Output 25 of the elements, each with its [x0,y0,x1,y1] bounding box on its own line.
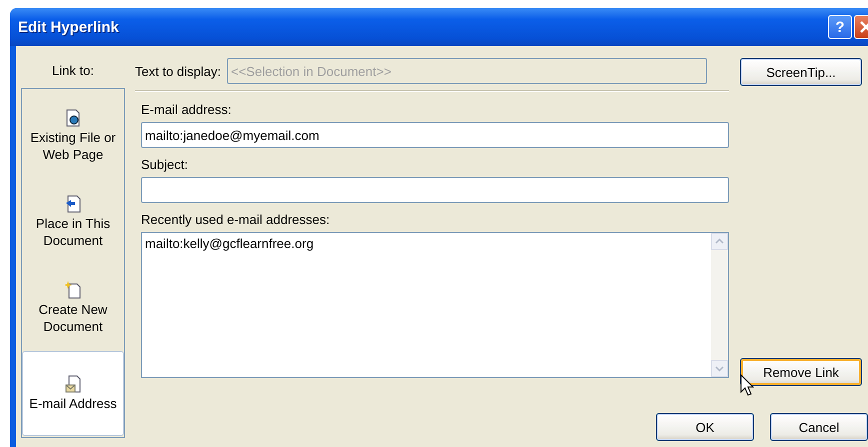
screentip-button[interactable]: ScreenTip... [740,58,862,86]
recent-address-item[interactable]: mailto:kelly@gcflearnfree.org [145,236,314,252]
scrollbar[interactable] [711,233,728,377]
link-type-item[interactable]: E-mail Address [22,351,124,436]
email-address-label: E-mail address: [141,102,232,118]
cancel-button[interactable]: Cancel [770,413,868,441]
link-type-item[interactable]: Existing File or Web Page [22,93,124,179]
link-to-label: Link to: [52,62,94,80]
recent-addresses-list[interactable]: mailto:kelly@gcflearnfree.org [141,232,729,378]
document-envelope-icon [65,375,81,393]
mouse-cursor-icon [740,374,754,396]
text-to-display-label: Text to display: [135,64,221,78]
scroll-down-icon[interactable] [711,360,728,377]
email-address-field[interactable]: mailto:janedoe@myemail.com [141,122,729,148]
document-globe-icon [65,109,81,127]
window-title: Edit Hyperlink [18,18,120,36]
remove-link-button[interactable]: Remove Link [740,358,862,386]
recent-addresses-label: Recently used e-mail addresses: [141,212,331,228]
subject-label: Subject: [141,157,189,173]
scroll-up-icon[interactable] [711,233,728,250]
new-document-icon [65,281,81,299]
subject-field[interactable] [141,177,729,203]
link-type-item[interactable]: Create New Document [22,265,124,351]
ok-button[interactable]: OK [656,413,754,441]
link-type-item[interactable]: Place in This Document [22,179,124,265]
